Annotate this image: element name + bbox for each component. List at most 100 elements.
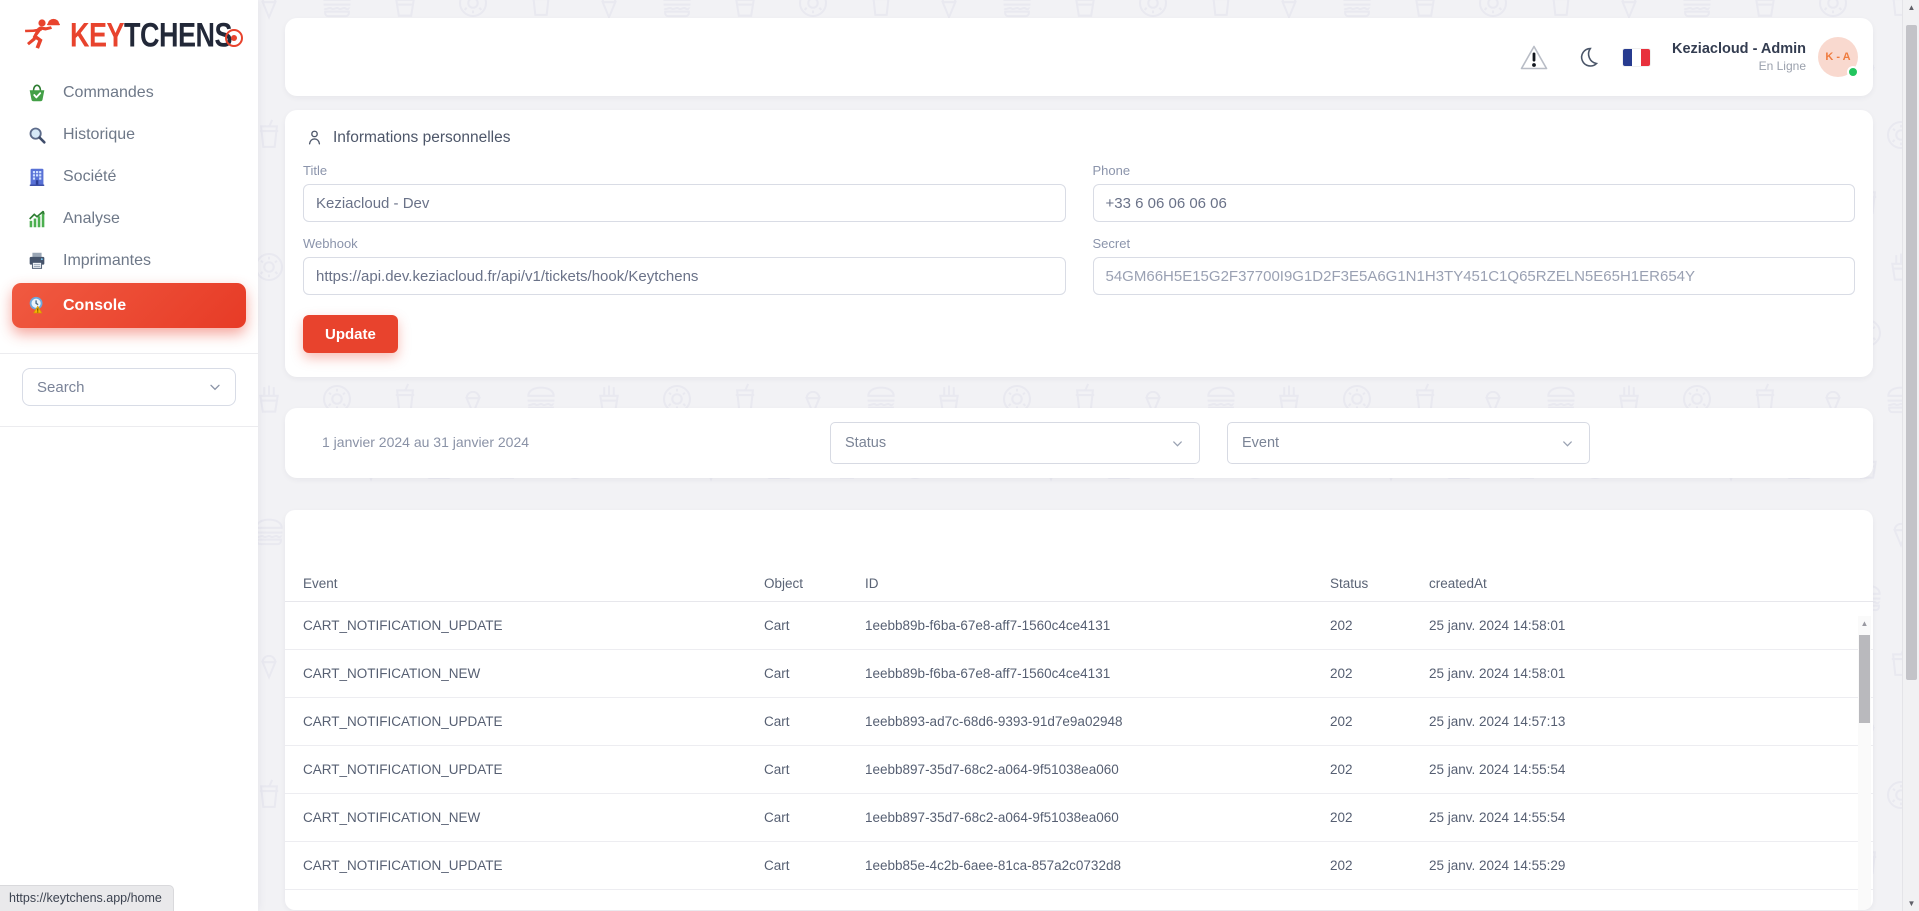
- user-status: En Ligne: [1758, 59, 1806, 73]
- sidebar-item-label: Imprimantes: [63, 252, 152, 269]
- cell-createdat: 25 janv. 2024 14:55:29: [1429, 858, 1566, 873]
- app-root: KEYTCHENS Commandes Historique Société A…: [0, 0, 1919, 911]
- status-filter-label: Status: [845, 435, 887, 451]
- cell-createdat: 25 janv. 2024 14:57:13: [1429, 714, 1566, 729]
- sidebar-item-analyse[interactable]: Analyse: [0, 198, 258, 240]
- scroll-up-icon[interactable]: ▲: [1858, 616, 1871, 632]
- column-header-object: Object: [764, 576, 804, 591]
- field-title: Title: [303, 163, 1066, 222]
- update-button[interactable]: Update: [303, 315, 398, 353]
- sidebar-divider: [0, 353, 258, 354]
- webhook-label: Webhook: [303, 236, 358, 251]
- logo-text-tchens: TCHENS: [124, 15, 233, 54]
- cell-createdat: 25 janv. 2024 14:55:54: [1429, 762, 1566, 777]
- table-row: CART_NOTIFICATION_UPDATE Cart 1eebb89b-f…: [285, 602, 1873, 650]
- table-header: Event Object ID Status createdAt: [285, 576, 1873, 602]
- sidebar-item-console[interactable]: Console: [12, 283, 246, 328]
- sidebar-item-label: Historique: [63, 126, 136, 143]
- cell-id: 1eebb897-35d7-68c2-a064-9f51038ea060: [865, 810, 1119, 825]
- cell-object: Cart: [764, 666, 790, 681]
- logo-runner-icon: [25, 18, 60, 49]
- cell-object: Cart: [764, 714, 790, 729]
- person-icon: [308, 130, 321, 145]
- sidebar-item-label: Console: [63, 296, 127, 314]
- chevron-down-icon: [1563, 440, 1572, 447]
- event-filter-label: Event: [1242, 435, 1280, 451]
- personal-info-card: Informations personnelles Title Phone We…: [285, 110, 1873, 377]
- title-input[interactable]: [303, 184, 1066, 222]
- table-row: CART_NOTIFICATION_UPDATE Cart 1eebb893-a…: [285, 698, 1873, 746]
- cell-id: 1eebb85e-4c2b-6aee-81ca-857a2c0732d8: [865, 858, 1121, 873]
- sidebar-menu: Commandes Historique Société Analyse Imp…: [0, 72, 258, 328]
- sidebar-item-societe[interactable]: Société: [0, 156, 258, 198]
- cell-object: Cart: [764, 618, 790, 633]
- page-scrollbar[interactable]: ▲ ▼: [1902, 0, 1919, 911]
- chart-icon: [26, 208, 48, 230]
- events-table-card: Event Object ID Status createdAt CART_NO…: [285, 510, 1873, 910]
- cell-object: Cart: [764, 762, 790, 777]
- cell-createdat: 25 janv. 2024 14:55:54: [1429, 810, 1566, 825]
- online-status-dot: [1847, 66, 1859, 78]
- cell-status: 202: [1330, 714, 1353, 729]
- cell-object: Cart: [764, 858, 790, 873]
- cell-status: 202: [1330, 810, 1353, 825]
- status-filter-dropdown[interactable]: Status: [830, 422, 1200, 464]
- search-dropdown[interactable]: Search: [22, 368, 236, 406]
- cell-status: 202: [1330, 762, 1353, 777]
- cell-createdat: 25 janv. 2024 14:58:01: [1429, 666, 1566, 681]
- user-menu[interactable]: Keziacloud - Admin En Ligne: [1672, 41, 1806, 73]
- warning-icon[interactable]: [1519, 44, 1549, 71]
- cell-id: 1eebb89b-f6ba-67e8-aff7-1560c4ce4131: [865, 666, 1111, 681]
- table-scrollbar[interactable]: ▲: [1858, 616, 1871, 910]
- table-row: CART_NOTIFICATION_UPDATE Cart 1eebb85e-4…: [285, 842, 1873, 890]
- secret-input[interactable]: [1092, 257, 1855, 295]
- cell-status: 202: [1330, 666, 1353, 681]
- basket-icon: [26, 82, 48, 104]
- phone-label: Phone: [1092, 163, 1131, 178]
- table-scrollbar-thumb[interactable]: [1859, 635, 1870, 723]
- cell-event: CART_NOTIFICATION_UPDATE: [303, 762, 503, 777]
- cell-event: CART_NOTIFICATION_NEW: [303, 666, 481, 681]
- cell-event: CART_NOTIFICATION_UPDATE: [303, 858, 503, 873]
- sidebar-item-commandes[interactable]: Commandes: [0, 72, 258, 114]
- cell-object: Cart: [764, 810, 790, 825]
- sidebar-item-imprimantes[interactable]: Imprimantes: [0, 240, 258, 282]
- link-status-bar: https://keytchens.app/home: [0, 885, 174, 911]
- cell-id: 1eebb897-35d7-68c2-a064-9f51038ea060: [865, 762, 1119, 777]
- column-header-status: Status: [1330, 576, 1369, 591]
- scroll-down-icon[interactable]: ▼: [1903, 899, 1919, 908]
- console-alert-icon: [26, 295, 48, 317]
- building-icon: [26, 166, 48, 188]
- field-webhook: Webhook: [303, 236, 1066, 295]
- webhook-input[interactable]: [303, 257, 1066, 295]
- main-content: Keziacloud - Admin En Ligne K - A Inform…: [258, 0, 1919, 910]
- event-filter-dropdown[interactable]: Event: [1227, 422, 1590, 464]
- date-range-picker[interactable]: 1 janvier 2024 au 31 janvier 2024: [322, 434, 529, 450]
- logo-text-key: KEY: [70, 15, 125, 54]
- moon-icon[interactable]: [1577, 46, 1599, 68]
- sidebar-collapse-toggle[interactable]: [225, 29, 243, 47]
- user-name: Keziacloud - Admin: [1672, 41, 1806, 57]
- avatar-initials: K - A: [1825, 51, 1851, 63]
- page-scrollbar-thumb[interactable]: [1906, 25, 1917, 680]
- logo-text: KEYTCHENS: [70, 15, 233, 55]
- sidebar-item-label: Analyse: [63, 210, 120, 227]
- sidebar-item-label: Commandes: [63, 84, 154, 101]
- avatar[interactable]: K - A: [1818, 37, 1859, 78]
- table-row: CART_NOTIFICATION_NEW Cart 1eebb897-35d7…: [285, 794, 1873, 842]
- sidebar: KEYTCHENS Commandes Historique Société A…: [0, 0, 258, 911]
- cell-id: 1eebb89b-f6ba-67e8-aff7-1560c4ce4131: [865, 618, 1111, 633]
- magnifier-icon: [26, 124, 48, 146]
- topbar: Keziacloud - Admin En Ligne K - A: [285, 18, 1873, 96]
- cell-status: 202: [1330, 618, 1353, 633]
- field-secret: Secret: [1092, 236, 1855, 295]
- cell-event: CART_NOTIFICATION_NEW: [303, 810, 481, 825]
- printer-icon: [26, 250, 48, 272]
- chevron-down-icon: [1173, 440, 1182, 447]
- phone-input[interactable]: [1092, 184, 1855, 222]
- french-flag-icon[interactable]: [1623, 48, 1650, 66]
- form-grid: Title Phone Webhook Secret: [303, 163, 1855, 295]
- cell-status: 202: [1330, 858, 1353, 873]
- sidebar-item-historique[interactable]: Historique: [0, 114, 258, 156]
- scroll-up-icon[interactable]: ▲: [1903, 3, 1919, 12]
